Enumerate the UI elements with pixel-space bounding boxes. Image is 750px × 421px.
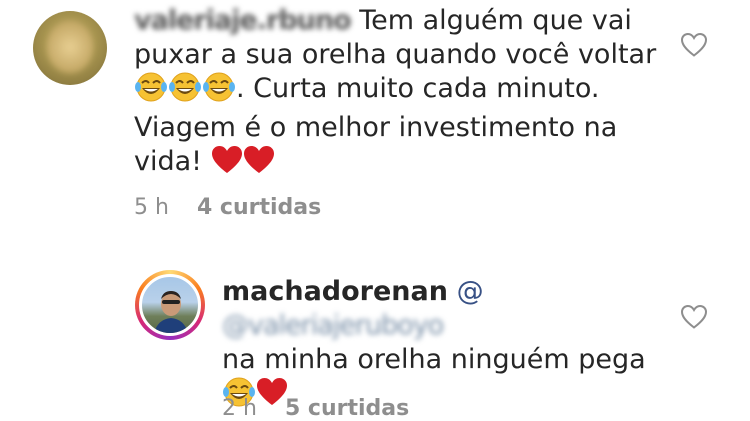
red-heart-emoji-icon — [211, 145, 243, 184]
reply-meta: 2 h 5 curtidas — [222, 396, 409, 421]
comment-text-line2: puxar a sua orelha quando você voltar — [134, 39, 657, 70]
comment-text-line5: vida! — [134, 146, 202, 177]
like-reply-heart-icon[interactable] — [680, 304, 708, 334]
comment-likes[interactable]: 4 curtidas — [197, 195, 321, 220]
comment-text-line4: Viagem é o melhor investimento na — [134, 112, 618, 143]
comment-meta: 5 h 4 curtidas — [134, 195, 321, 220]
reply-text: na minha orelha ninguém pega — [222, 344, 646, 375]
laughing-emoji-icon — [202, 72, 236, 111]
reply-body: machadorenan @ @valeriajeruboyo na minha … — [222, 275, 672, 416]
red-heart-emoji-icon — [243, 145, 275, 184]
comment-username[interactable]: valeriaje.rbuno — [134, 4, 352, 38]
reply-mention-at[interactable]: @ — [457, 276, 484, 307]
comment-body: valeriaje.rbuno Tem alguém que vai puxar… — [134, 4, 674, 184]
comment-time: 5 h — [134, 195, 169, 220]
reply-likes[interactable]: 5 curtidas — [285, 396, 409, 421]
commenter-avatar[interactable] — [33, 11, 107, 85]
laughing-emoji-icon — [134, 72, 168, 111]
comment-text-line1: Tem alguém que vai — [359, 5, 632, 36]
like-comment-heart-icon[interactable] — [680, 32, 708, 62]
replier-avatar[interactable] — [139, 274, 201, 336]
reply-mention[interactable]: @valeriajeruboyo — [222, 309, 444, 343]
reply-username[interactable]: machadorenan — [222, 276, 448, 307]
reply-time: 2 h — [222, 396, 257, 421]
comment-text-line3: . Curta muito cada minuto. — [236, 73, 600, 104]
laughing-emoji-icon — [168, 72, 202, 111]
